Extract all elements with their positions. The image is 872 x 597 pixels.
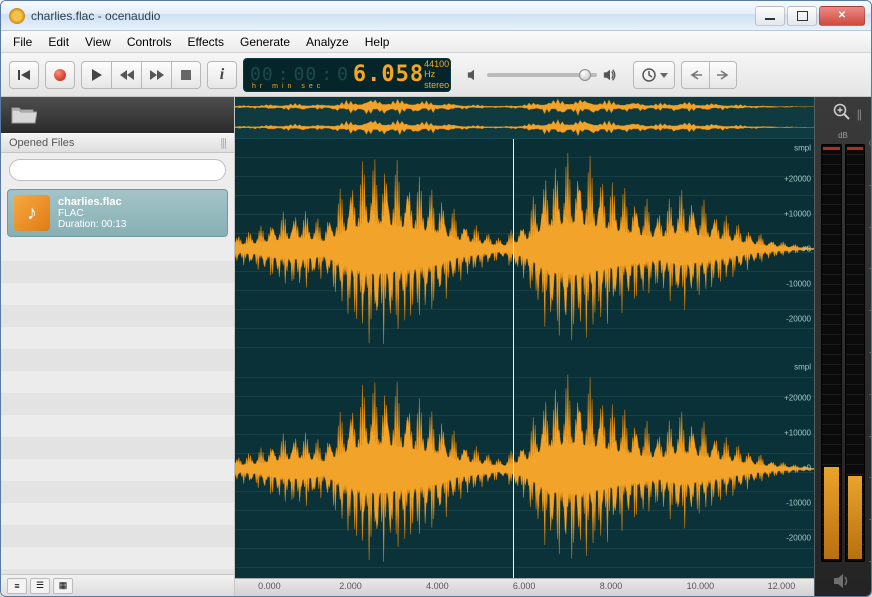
view-grid-button[interactable]: ▦ bbox=[53, 578, 73, 594]
play-icon bbox=[92, 69, 102, 81]
menu-generate[interactable]: Generate bbox=[232, 33, 298, 51]
ruler-tick: 10.000 bbox=[687, 581, 715, 591]
grip-icon[interactable]: ||| bbox=[220, 137, 226, 149]
folder-open-icon[interactable] bbox=[11, 105, 37, 125]
view-detail-button[interactable]: ☰ bbox=[30, 578, 50, 594]
waveform-right bbox=[235, 359, 814, 579]
sidebar-panel-title-label: Opened Files bbox=[9, 137, 74, 149]
close-button[interactable] bbox=[819, 6, 865, 26]
file-name: charlies.flac bbox=[58, 196, 126, 208]
level-meters: 0-6-12-18-24-30-36-42-48-54-60 bbox=[817, 144, 869, 562]
nav-forward-button[interactable] bbox=[709, 61, 737, 89]
db-header: dB bbox=[838, 131, 848, 140]
ruler-tick: 6.000 bbox=[513, 581, 536, 591]
menu-controls[interactable]: Controls bbox=[119, 33, 180, 51]
chevron-down-icon bbox=[660, 71, 668, 79]
clock-icon bbox=[641, 67, 657, 83]
file-format: FLAC bbox=[58, 208, 126, 219]
play-button[interactable] bbox=[81, 61, 111, 89]
sidebar-panel-title: Opened Files ||| bbox=[1, 133, 234, 153]
rewind-button[interactable] bbox=[111, 61, 141, 89]
file-duration: Duration: 00:13 bbox=[58, 219, 126, 230]
app-icon bbox=[9, 8, 25, 24]
forward-button[interactable] bbox=[141, 61, 171, 89]
audio-file-icon: ♪ bbox=[14, 195, 50, 231]
time-unit-labels: hr min sec bbox=[252, 83, 324, 90]
ruler-tick: 0.000 bbox=[258, 581, 281, 591]
goto-start-icon bbox=[17, 69, 31, 81]
record-button[interactable] bbox=[45, 61, 75, 89]
playhead[interactable] bbox=[513, 139, 514, 578]
file-item[interactable]: ♪ charlies.flac FLAC Duration: 00:13 bbox=[7, 189, 228, 237]
file-list-empty bbox=[1, 239, 234, 574]
meter-panel: || dB 0-6-12-18-24-30-36-42-48-54-60 bbox=[815, 97, 871, 596]
menu-analyze[interactable]: Analyze bbox=[298, 33, 357, 51]
record-icon bbox=[54, 69, 66, 81]
sidebar: Opened Files ||| ♪ charlies.flac FLAC Du… bbox=[1, 97, 235, 596]
stop-icon bbox=[181, 70, 191, 80]
waveform-channels[interactable]: smpl +20000 +10000 +0 -10000 -20000 smpl bbox=[235, 139, 814, 578]
ruler-tick: 12.000 bbox=[768, 581, 796, 591]
menu-view[interactable]: View bbox=[77, 33, 119, 51]
arrow-left-icon bbox=[690, 70, 702, 80]
ruler-tick: 2.000 bbox=[339, 581, 362, 591]
search-input[interactable] bbox=[9, 159, 226, 181]
menu-file[interactable]: File bbox=[5, 33, 40, 51]
volume-high-icon bbox=[603, 68, 617, 82]
menubar: File Edit View Controls Effects Generate… bbox=[1, 31, 871, 53]
toolbar: i 00 : 00 : 0 6.058 44100 Hz stereo hr m… bbox=[1, 53, 871, 97]
goto-start-button[interactable] bbox=[9, 61, 39, 89]
sidebar-header bbox=[1, 97, 234, 133]
overview-wave bbox=[235, 97, 814, 138]
waveform-left bbox=[235, 139, 814, 359]
stop-button[interactable] bbox=[171, 61, 201, 89]
menu-effects[interactable]: Effects bbox=[180, 33, 232, 51]
forward-icon bbox=[150, 70, 164, 80]
waveform-panel: smpl +20000 +10000 +0 -10000 -20000 smpl bbox=[235, 97, 815, 596]
time-sec: 6.058 bbox=[353, 62, 424, 87]
sidebar-footer: ≡ ☰ ▦ bbox=[1, 574, 234, 596]
waveform-overview[interactable] bbox=[235, 97, 814, 139]
titlebar: charlies.flac - ocenaudio bbox=[1, 1, 871, 31]
nav-back-button[interactable] bbox=[681, 61, 709, 89]
view-list-button[interactable]: ≡ bbox=[7, 578, 27, 594]
volume-slider[interactable] bbox=[487, 73, 597, 77]
sample-rate: 44100 Hz bbox=[424, 59, 449, 80]
ruler-tick: 4.000 bbox=[426, 581, 449, 591]
level-meter-left bbox=[821, 144, 842, 562]
arrow-right-icon bbox=[717, 70, 729, 80]
info-icon: i bbox=[220, 66, 224, 84]
history-button[interactable] bbox=[633, 61, 675, 89]
minimize-button[interactable] bbox=[755, 6, 785, 26]
channel-mode: stereo bbox=[424, 80, 449, 90]
window-title: charlies.flac - ocenaudio bbox=[31, 9, 755, 23]
rewind-icon bbox=[120, 70, 134, 80]
menu-help[interactable]: Help bbox=[357, 33, 398, 51]
menu-edit[interactable]: Edit bbox=[40, 33, 77, 51]
volume-low-icon bbox=[467, 68, 481, 82]
maximize-button[interactable] bbox=[787, 6, 817, 26]
level-meter-right bbox=[845, 144, 866, 562]
info-button[interactable]: i bbox=[207, 61, 237, 89]
meter-grip-icon[interactable]: || bbox=[857, 107, 861, 121]
volume-thumb[interactable] bbox=[579, 69, 591, 81]
time-ruler[interactable]: 0.000 2.000 4.000 6.000 8.000 10.000 12.… bbox=[235, 578, 814, 596]
output-speaker-icon[interactable] bbox=[833, 572, 853, 590]
ruler-tick: 8.000 bbox=[600, 581, 623, 591]
zoom-in-icon[interactable] bbox=[833, 103, 851, 121]
time-display[interactable]: 00 : 00 : 0 6.058 44100 Hz stereo hr min… bbox=[243, 58, 451, 92]
